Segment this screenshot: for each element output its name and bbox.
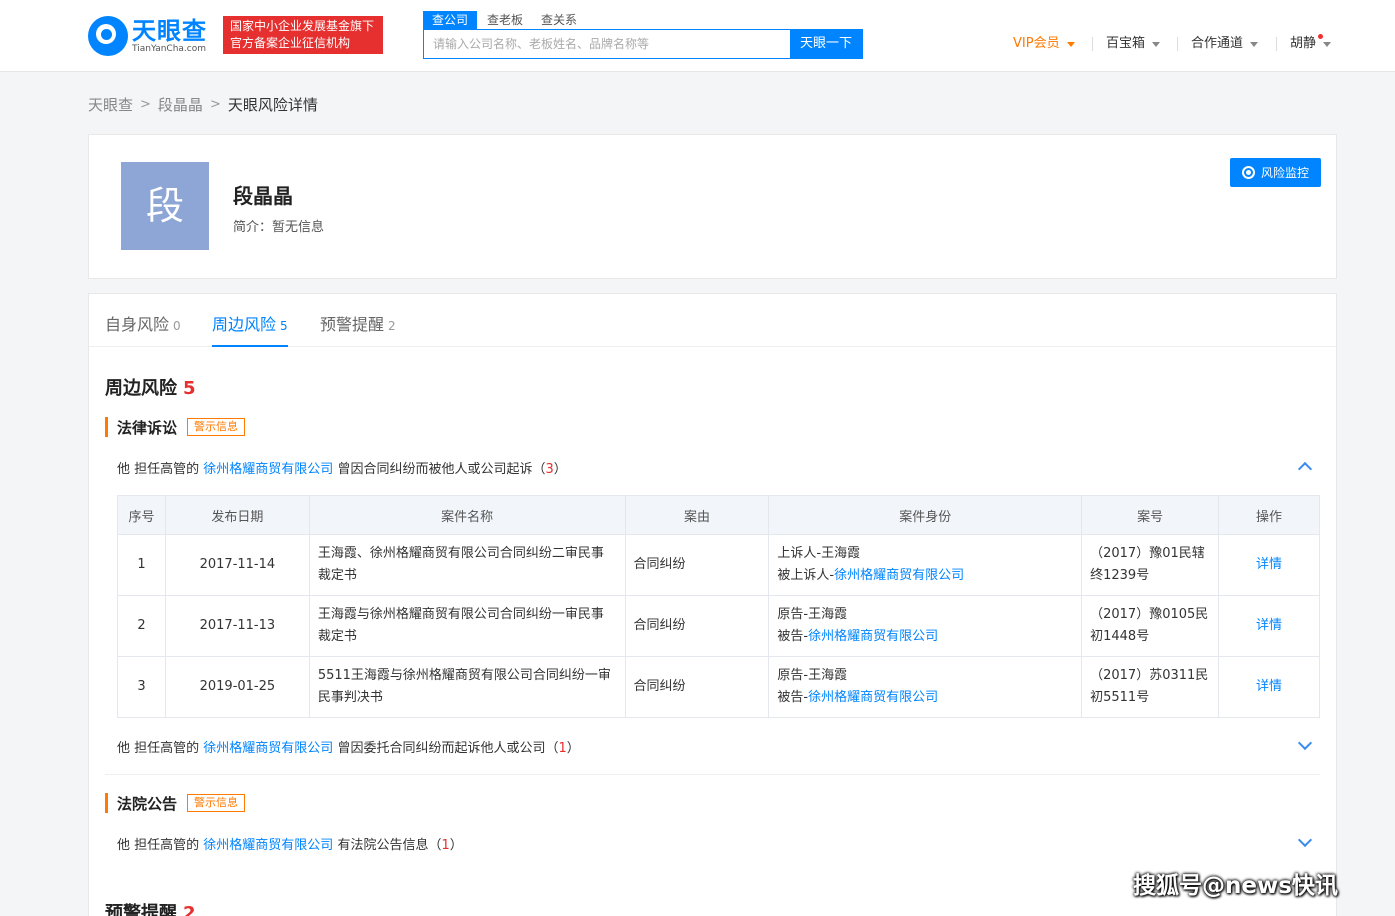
col-header-no: 序号 <box>117 495 166 535</box>
litigation-summary-row-2[interactable]: 他 担任高管的 徐州格耀商贸有限公司 曾因委托合同纠纷而起诉他人或公司（1） <box>117 737 580 756</box>
table-row: 2 2017-11-13 王海霞与徐州格耀商贸有限公司合同纠纷一审民事裁定书 合… <box>117 595 1320 657</box>
col-header-case-name: 案件名称 <box>308 495 626 535</box>
watermark: 搜狐号@news快讯 <box>1133 873 1338 899</box>
col-header-case-no: 案号 <box>1081 495 1220 535</box>
person-name: 段晶晶 <box>233 184 293 208</box>
company-link[interactable]: 徐州格耀商贸有限公司 <box>834 568 964 583</box>
profile-card: 段 段晶晶 简介：暂无信息 风险监控 <box>88 134 1337 279</box>
table-row: 3 2019-01-25 5511王海霞与徐州格耀商贸有限公司合同纠纷一审民事判… <box>117 656 1320 718</box>
chevron-right-icon: > <box>140 96 151 112</box>
company-link[interactable]: 徐州格耀商贸有限公司 <box>203 741 333 756</box>
table-row: 1 2017-11-14 王海霞、徐州格耀商贸有限公司合同纠纷二审民事裁定书 合… <box>117 534 1320 596</box>
search-button[interactable]: 天眼一下 <box>790 29 862 59</box>
tab-surrounding-risk[interactable]: 周边风险 5 <box>212 311 288 347</box>
risk-tabs: 自身风险 0 周边风险 5 预警提醒 2 <box>89 294 1336 347</box>
court-notice-title: 法院公告 警示信息 <box>105 793 246 813</box>
breadcrumb: 天眼查 > 段晶晶 > 天眼风险详情 <box>88 94 318 114</box>
details-link[interactable]: 详情 <box>1256 679 1282 694</box>
top-header: 天眼查 TianYanCha.com 国家中小企业发展基金旗下 官方备案企业征信… <box>0 0 1395 72</box>
company-link[interactable]: 徐州格耀商贸有限公司 <box>203 462 333 477</box>
details-link[interactable]: 详情 <box>1256 618 1282 633</box>
camera-icon <box>1241 166 1255 179</box>
warning-tag: 警示信息 <box>187 418 246 436</box>
case-name: 5511王海霞与徐州格耀商贸有限公司合同纠纷一审民事判决书 <box>308 656 626 718</box>
risk-monitor-button[interactable]: 风险监控 <box>1230 158 1321 187</box>
nav-user[interactable]: 胡静 <box>1290 34 1332 54</box>
company-link[interactable]: 徐州格耀商贸有限公司 <box>203 838 333 853</box>
section-divider <box>105 774 1320 775</box>
risk-panel: 自身风险 0 周边风险 5 预警提醒 2 周边风险 5 法律诉讼 警示信息 他 担任高管… <box>88 293 1337 916</box>
company-link[interactable]: 徐州格耀商贸有限公司 <box>808 690 938 705</box>
section-title: 周边风险 5 <box>105 378 196 399</box>
search-tab-boss[interactable]: 查老板 <box>487 11 523 29</box>
chevron-down-icon[interactable] <box>1297 735 1313 751</box>
search-input[interactable] <box>424 30 792 58</box>
person-intro: 简介：暂无信息 <box>233 220 325 235</box>
logo-domain: TianYanCha.com <box>132 44 207 54</box>
table-header-row: 序号 发布日期 案件名称 案由 案件身份 案号 操作 <box>117 495 1320 535</box>
company-link[interactable]: 徐州格耀商贸有限公司 <box>808 629 938 644</box>
litigation-summary-row[interactable]: 他 担任高管的 徐州格耀商贸有限公司 曾因合同纠纷而被他人或公司起诉（3） <box>117 458 567 477</box>
caret-down-icon <box>1066 41 1075 47</box>
nav-vip[interactable]: VIP会员 <box>1013 34 1075 54</box>
warning-tag: 警示信息 <box>187 794 246 812</box>
avatar: 段 <box>121 162 209 250</box>
tab-warning[interactable]: 预警提醒 2 <box>320 311 396 347</box>
search-tabs: 查公司 查老板 查关系 <box>423 11 595 29</box>
breadcrumb-person[interactable]: 段晶晶 <box>158 94 203 115</box>
chevron-down-icon[interactable] <box>1297 832 1313 848</box>
court-summary-row[interactable]: 他 担任高管的 徐州格耀商贸有限公司 有法院公告信息（1） <box>117 834 463 853</box>
chevron-up-icon[interactable] <box>1297 461 1313 477</box>
litigation-title: 法律诉讼 警示信息 <box>105 417 246 437</box>
col-header-date: 发布日期 <box>164 495 310 535</box>
warning-section-title: 预警提醒 2 <box>105 903 196 916</box>
search-tab-company[interactable]: 查公司 <box>423 11 478 29</box>
tab-self-risk[interactable]: 自身风险 0 <box>105 311 181 347</box>
caret-down-icon <box>1152 41 1161 47</box>
search-tab-relation[interactable]: 查关系 <box>541 11 577 29</box>
col-header-cause: 案由 <box>624 495 770 535</box>
notification-dot <box>1318 34 1323 39</box>
breadcrumb-home[interactable]: 天眼查 <box>88 94 133 115</box>
logo-text: 天眼查 <box>132 17 207 45</box>
breadcrumb-current: 天眼风险详情 <box>227 95 318 114</box>
nav-divider <box>1276 37 1277 51</box>
nav-cooperation[interactable]: 合作通道 <box>1191 34 1259 54</box>
case-name: 王海霞与徐州格耀商贸有限公司合同纠纷一审民事裁定书 <box>308 595 626 657</box>
details-link[interactable]: 详情 <box>1256 557 1282 572</box>
col-header-action: 操作 <box>1218 495 1320 535</box>
slogan-badge: 国家中小企业发展基金旗下 官方备案企业征信机构 <box>223 16 383 54</box>
search-box: 天眼一下 <box>423 29 863 59</box>
litigation-table: 序号 发布日期 案件名称 案由 案件身份 案号 操作 1 2017-11-14 … <box>117 495 1320 718</box>
col-header-role: 案件身份 <box>768 495 1083 535</box>
chevron-right-icon: > <box>209 96 221 112</box>
logo[interactable]: 天眼查 TianYanCha.com <box>88 14 207 58</box>
nav-divider <box>1092 37 1093 51</box>
eye-logo-icon <box>88 16 128 56</box>
caret-down-icon <box>1323 41 1332 47</box>
nav-toolbox[interactable]: 百宝箱 <box>1106 34 1161 54</box>
nav-divider <box>1177 37 1178 51</box>
caret-down-icon <box>1250 41 1259 47</box>
case-name: 王海霞、徐州格耀商贸有限公司合同纠纷二审民事裁定书 <box>308 534 626 596</box>
